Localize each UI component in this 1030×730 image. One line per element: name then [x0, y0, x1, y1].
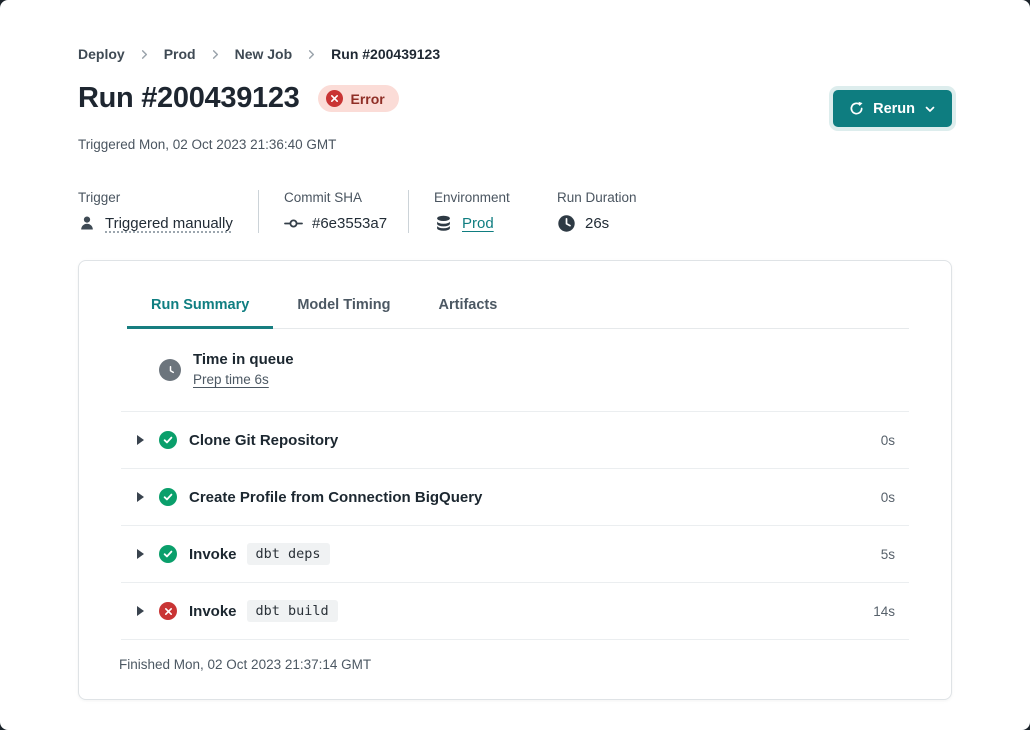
meta-commit-label: Commit SHA	[284, 190, 384, 205]
expand-caret-icon[interactable]	[136, 548, 146, 560]
step-duration: 14s	[873, 604, 895, 619]
meta-commit-sha: Commit SHA #6e3553a7	[258, 190, 408, 233]
step-row-create-profile[interactable]: Create Profile from Connection BigQuery …	[121, 469, 909, 526]
queue-title: Time in queue	[193, 351, 294, 368]
run-metadata: Trigger Triggered manually Commit SHA #6…	[78, 190, 952, 233]
tab-artifacts[interactable]: Artifacts	[415, 297, 522, 329]
app-window: Deploy Prod New Job Run #200439123 Run #…	[0, 0, 1030, 730]
status-badge: Error	[318, 85, 399, 112]
step-row-dbt-build[interactable]: Invokedbt build 14s	[121, 583, 909, 640]
breadcrumb-new-job[interactable]: New Job	[235, 46, 293, 62]
step-list: Time in queue Prep time 6s Clone Git Rep…	[121, 329, 909, 640]
status-badge-label: Error	[351, 91, 385, 107]
rerun-button[interactable]: Rerun	[833, 90, 952, 127]
meta-environment: Environment Prod	[408, 190, 532, 233]
breadcrumb-deploy[interactable]: Deploy	[78, 46, 125, 62]
trigger-value[interactable]: Triggered manually	[105, 215, 233, 232]
meta-environment-label: Environment	[434, 190, 508, 205]
success-icon	[159, 431, 177, 449]
step-row-clone-git[interactable]: Clone Git Repository 0s	[121, 412, 909, 469]
meta-run-duration: Run Duration 26s	[532, 190, 661, 233]
person-icon	[78, 214, 96, 232]
step-duration: 0s	[881, 433, 895, 448]
step-label: Create Profile from Connection BigQuery	[189, 489, 482, 506]
clock-icon	[557, 214, 576, 233]
chevron-right-icon	[306, 49, 317, 60]
refresh-icon	[849, 101, 864, 116]
breadcrumb-prod[interactable]: Prod	[164, 46, 196, 62]
step-label: Invokedbt build	[189, 600, 338, 622]
chevron-right-icon	[210, 49, 221, 60]
rerun-button-label: Rerun	[873, 101, 915, 117]
prep-time-link[interactable]: Prep time 6s	[193, 372, 269, 387]
queue-row: Time in queue Prep time 6s	[121, 329, 909, 412]
error-icon	[326, 90, 343, 107]
database-icon	[434, 214, 453, 233]
success-icon	[159, 545, 177, 563]
step-label: Clone Git Repository	[189, 432, 338, 449]
tab-model-timing[interactable]: Model Timing	[273, 297, 414, 329]
tab-bar: Run Summary Model Timing Artifacts	[127, 297, 909, 329]
command-chip: dbt deps	[247, 543, 330, 565]
chevron-down-icon	[924, 103, 936, 115]
tab-run-summary[interactable]: Run Summary	[127, 297, 273, 329]
chevron-right-icon	[139, 49, 150, 60]
step-duration: 5s	[881, 547, 895, 562]
commit-icon	[284, 214, 303, 233]
run-summary-card: Run Summary Model Timing Artifacts Time …	[78, 260, 952, 700]
success-icon	[159, 488, 177, 506]
queue-clock-icon	[159, 359, 181, 381]
commit-sha-value: #6e3553a7	[312, 215, 387, 232]
page-title: Run #200439123	[78, 82, 300, 115]
expand-caret-icon[interactable]	[136, 491, 146, 503]
step-duration: 0s	[881, 490, 895, 505]
expand-caret-icon[interactable]	[136, 605, 146, 617]
triggered-timestamp: Triggered Mon, 02 Oct 2023 21:36:40 GMT	[78, 137, 952, 152]
meta-duration-label: Run Duration	[557, 190, 637, 205]
finished-timestamp: Finished Mon, 02 Oct 2023 21:37:14 GMT	[119, 640, 911, 699]
expand-caret-icon[interactable]	[136, 434, 146, 446]
environment-link[interactable]: Prod	[462, 215, 494, 232]
duration-value: 26s	[585, 215, 609, 232]
meta-trigger: Trigger Triggered manually	[78, 190, 258, 233]
command-chip: dbt build	[247, 600, 338, 622]
step-row-dbt-deps[interactable]: Invokedbt deps 5s	[121, 526, 909, 583]
error-icon	[159, 602, 177, 620]
step-label: Invokedbt deps	[189, 543, 330, 565]
breadcrumb: Deploy Prod New Job Run #200439123	[78, 46, 952, 62]
breadcrumb-current-run: Run #200439123	[331, 46, 440, 62]
meta-trigger-label: Trigger	[78, 190, 234, 205]
